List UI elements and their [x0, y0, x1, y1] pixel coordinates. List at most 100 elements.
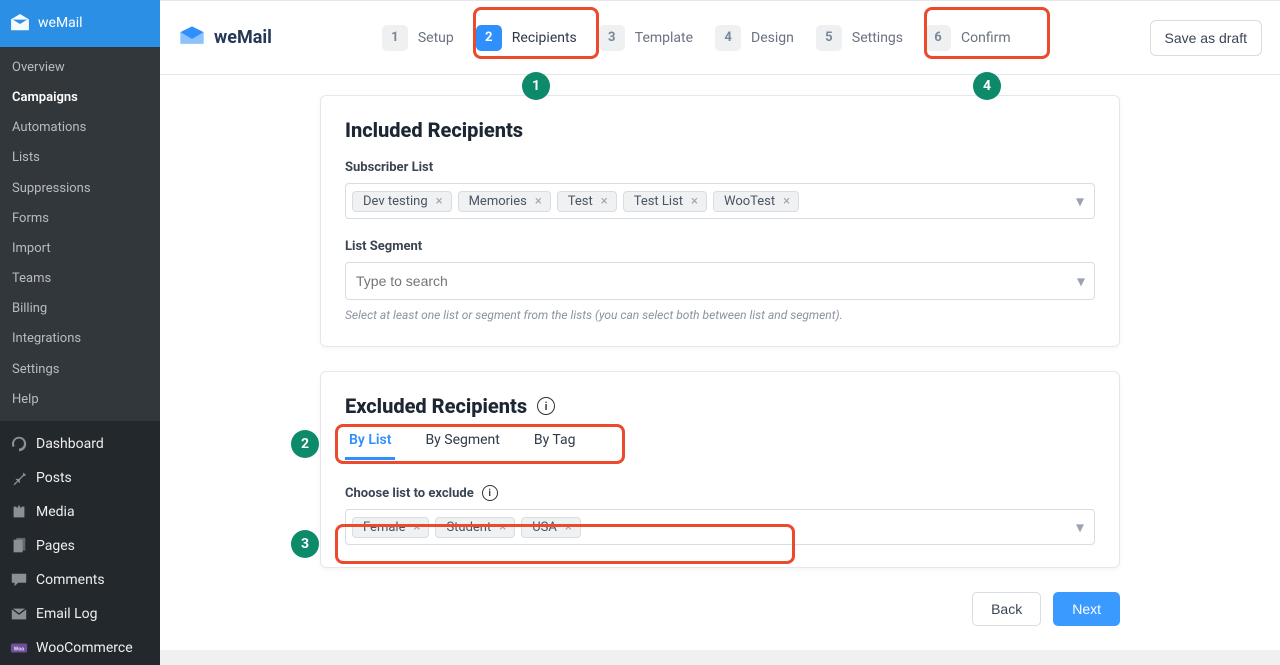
footer-buttons: Back Next: [320, 592, 1120, 626]
wp-nav-label: WooCommerce: [36, 640, 133, 656]
sidebar-item-settings[interactable]: Settings: [0, 355, 160, 385]
chip-remove-icon[interactable]: ×: [563, 520, 574, 535]
main-area: weMail 1Setup 2Recipients 3 Template 4Design…: [160, 0, 1280, 650]
wp-nav-label: Pages: [36, 538, 75, 554]
wp-nav-label: Dashboard: [36, 436, 104, 452]
wp-nav-media[interactable]: Media: [0, 495, 160, 529]
stepper: 1Setup 2Recipients 3 Template 4Design 5Settin…: [382, 25, 1011, 51]
sidebar-item-import[interactable]: Import: [0, 234, 160, 264]
chip-label: WooTest: [724, 194, 775, 209]
wp-nav-label: Email Log: [36, 606, 98, 622]
chip-label: Student: [446, 520, 491, 535]
included-title: Included Recipients: [345, 118, 1095, 142]
step-confirm[interactable]: 6 Confirm: [925, 25, 1011, 51]
chip-remove-icon[interactable]: ×: [497, 520, 508, 535]
wp-nav-label: Media: [36, 504, 75, 520]
tab-by-list[interactable]: By List: [345, 422, 395, 458]
choose-list-label: Choose list to exclude i: [345, 485, 1095, 501]
step-label: Template: [635, 30, 693, 46]
list-segment-label: List Segment: [345, 239, 1095, 254]
info-icon[interactable]: i: [482, 485, 498, 501]
wp-nav-comments[interactable]: Comments: [0, 563, 160, 597]
sidebar-item-campaigns[interactable]: Campaigns: [0, 83, 160, 113]
subscriber-list-chip: Test×: [557, 191, 617, 212]
step-template[interactable]: 3 Template: [599, 25, 693, 51]
subscriber-list-label: Subscriber List: [345, 160, 1095, 175]
chevron-down-icon: ▾: [1076, 518, 1084, 537]
step-design[interactable]: 4Design: [715, 25, 794, 51]
brand: weMail: [178, 24, 272, 52]
subscriber-list-multiselect[interactable]: Dev testing×Memories×Test×Test List×WooT…: [345, 183, 1095, 219]
sidebar-item-help[interactable]: Help: [0, 385, 160, 415]
chip-remove-icon[interactable]: ×: [434, 194, 445, 209]
chip-remove-icon[interactable]: ×: [411, 520, 422, 535]
wp-nav-dashboard[interactable]: Dashboard: [0, 427, 160, 461]
step-recipients[interactable]: 2Recipients: [476, 25, 577, 51]
list-segment-input[interactable]: [345, 262, 1095, 300]
dashboard-icon: [10, 435, 28, 453]
chip-label: USA: [532, 520, 557, 535]
step-setup[interactable]: 1Setup: [382, 25, 454, 51]
step-number: 3: [599, 25, 625, 51]
comments-icon: [10, 571, 28, 589]
sidebar-item-integrations[interactable]: Integrations: [0, 324, 160, 354]
chip-remove-icon[interactable]: ×: [533, 194, 544, 209]
sidebar-item-suppressions[interactable]: Suppressions: [0, 174, 160, 204]
tab-by-tag[interactable]: By Tag: [530, 422, 580, 458]
step-settings[interactable]: 5Settings: [816, 25, 903, 51]
sidebar-item-teams[interactable]: Teams: [0, 264, 160, 294]
exclude-list-chip: USA ×: [521, 517, 581, 538]
sidebar-brand-label: weMail: [38, 15, 83, 31]
exclude-list-multiselect[interactable]: Female × Student × USA × ▾: [345, 509, 1095, 545]
excluded-title: Excluded Recipients: [345, 394, 527, 418]
mail-open-icon: [10, 13, 30, 33]
chip-label: Test List: [634, 194, 683, 209]
email-icon: [10, 605, 28, 623]
chip-label: Memories: [469, 194, 527, 209]
topbar: weMail 1Setup 2Recipients 3 Template 4Design…: [160, 1, 1280, 75]
step-label: Confirm: [961, 30, 1011, 46]
pages-icon: [10, 537, 28, 555]
sidebar-item-automations[interactable]: Automations: [0, 113, 160, 143]
wp-sidebar: weMail OverviewCampaignsAutomationsLists…: [0, 0, 160, 665]
chevron-down-icon: ▾: [1077, 272, 1085, 291]
sidebar-wemail-header[interactable]: weMail: [0, 0, 160, 47]
save-as-draft-button[interactable]: Save as draft: [1150, 20, 1263, 56]
wemail-logo-icon: [178, 24, 206, 52]
pin-icon: [10, 469, 28, 487]
subscriber-list-chip: WooTest ×: [713, 191, 799, 212]
wp-nav-email-log[interactable]: Email Log: [0, 597, 160, 631]
choose-list-label-text: Choose list to exclude: [345, 486, 474, 501]
segment-helper-text: Select at least one list or segment from…: [345, 308, 1095, 322]
sidebar-item-overview[interactable]: Overview: [0, 53, 160, 83]
content-scroll: Included Recipients Subscriber List Dev …: [160, 75, 1280, 650]
chip-remove-icon[interactable]: ×: [781, 194, 792, 209]
sidebar-item-lists[interactable]: Lists: [0, 143, 160, 173]
next-button[interactable]: Next: [1053, 592, 1120, 626]
subscriber-list-chip: Memories ×: [458, 191, 551, 212]
subscriber-list-chip: Test List ×: [623, 191, 707, 212]
sidebar-item-billing[interactable]: Billing: [0, 294, 160, 324]
sidebar-main-nav: Dashboard Posts Media Pages Comments Email Lo…: [0, 421, 160, 665]
chip-remove-icon[interactable]: ×: [599, 194, 610, 209]
step-label: Recipients: [512, 30, 577, 46]
step-number: 6: [925, 25, 951, 51]
included-recipients-card: Included Recipients Subscriber List Dev …: [320, 95, 1120, 347]
excluded-recipients-card: Excluded Recipients i By ListBy SegmentB…: [320, 371, 1120, 568]
wp-nav-pages[interactable]: Pages: [0, 529, 160, 563]
wp-nav-label: Comments: [36, 572, 105, 588]
excluded-tabs: By List By Segment By Tag: [345, 422, 1095, 459]
wp-nav-label: Posts: [36, 470, 72, 486]
step-label: Setup: [418, 30, 454, 46]
sidebar-item-forms[interactable]: Forms: [0, 204, 160, 234]
tab-by-segment[interactable]: By Segment: [421, 422, 503, 458]
wp-nav-woocommerce[interactable]: WooWooCommerce: [0, 631, 160, 665]
media-icon: [10, 503, 28, 521]
chip-label: Female: [363, 520, 405, 535]
exclude-list-chip: Female ×: [352, 517, 429, 538]
info-icon[interactable]: i: [537, 397, 555, 415]
wp-nav-posts[interactable]: Posts: [0, 461, 160, 495]
back-button[interactable]: Back: [972, 592, 1041, 626]
subscriber-list-chip: Dev testing×: [352, 191, 452, 212]
chip-remove-icon[interactable]: ×: [689, 194, 700, 209]
